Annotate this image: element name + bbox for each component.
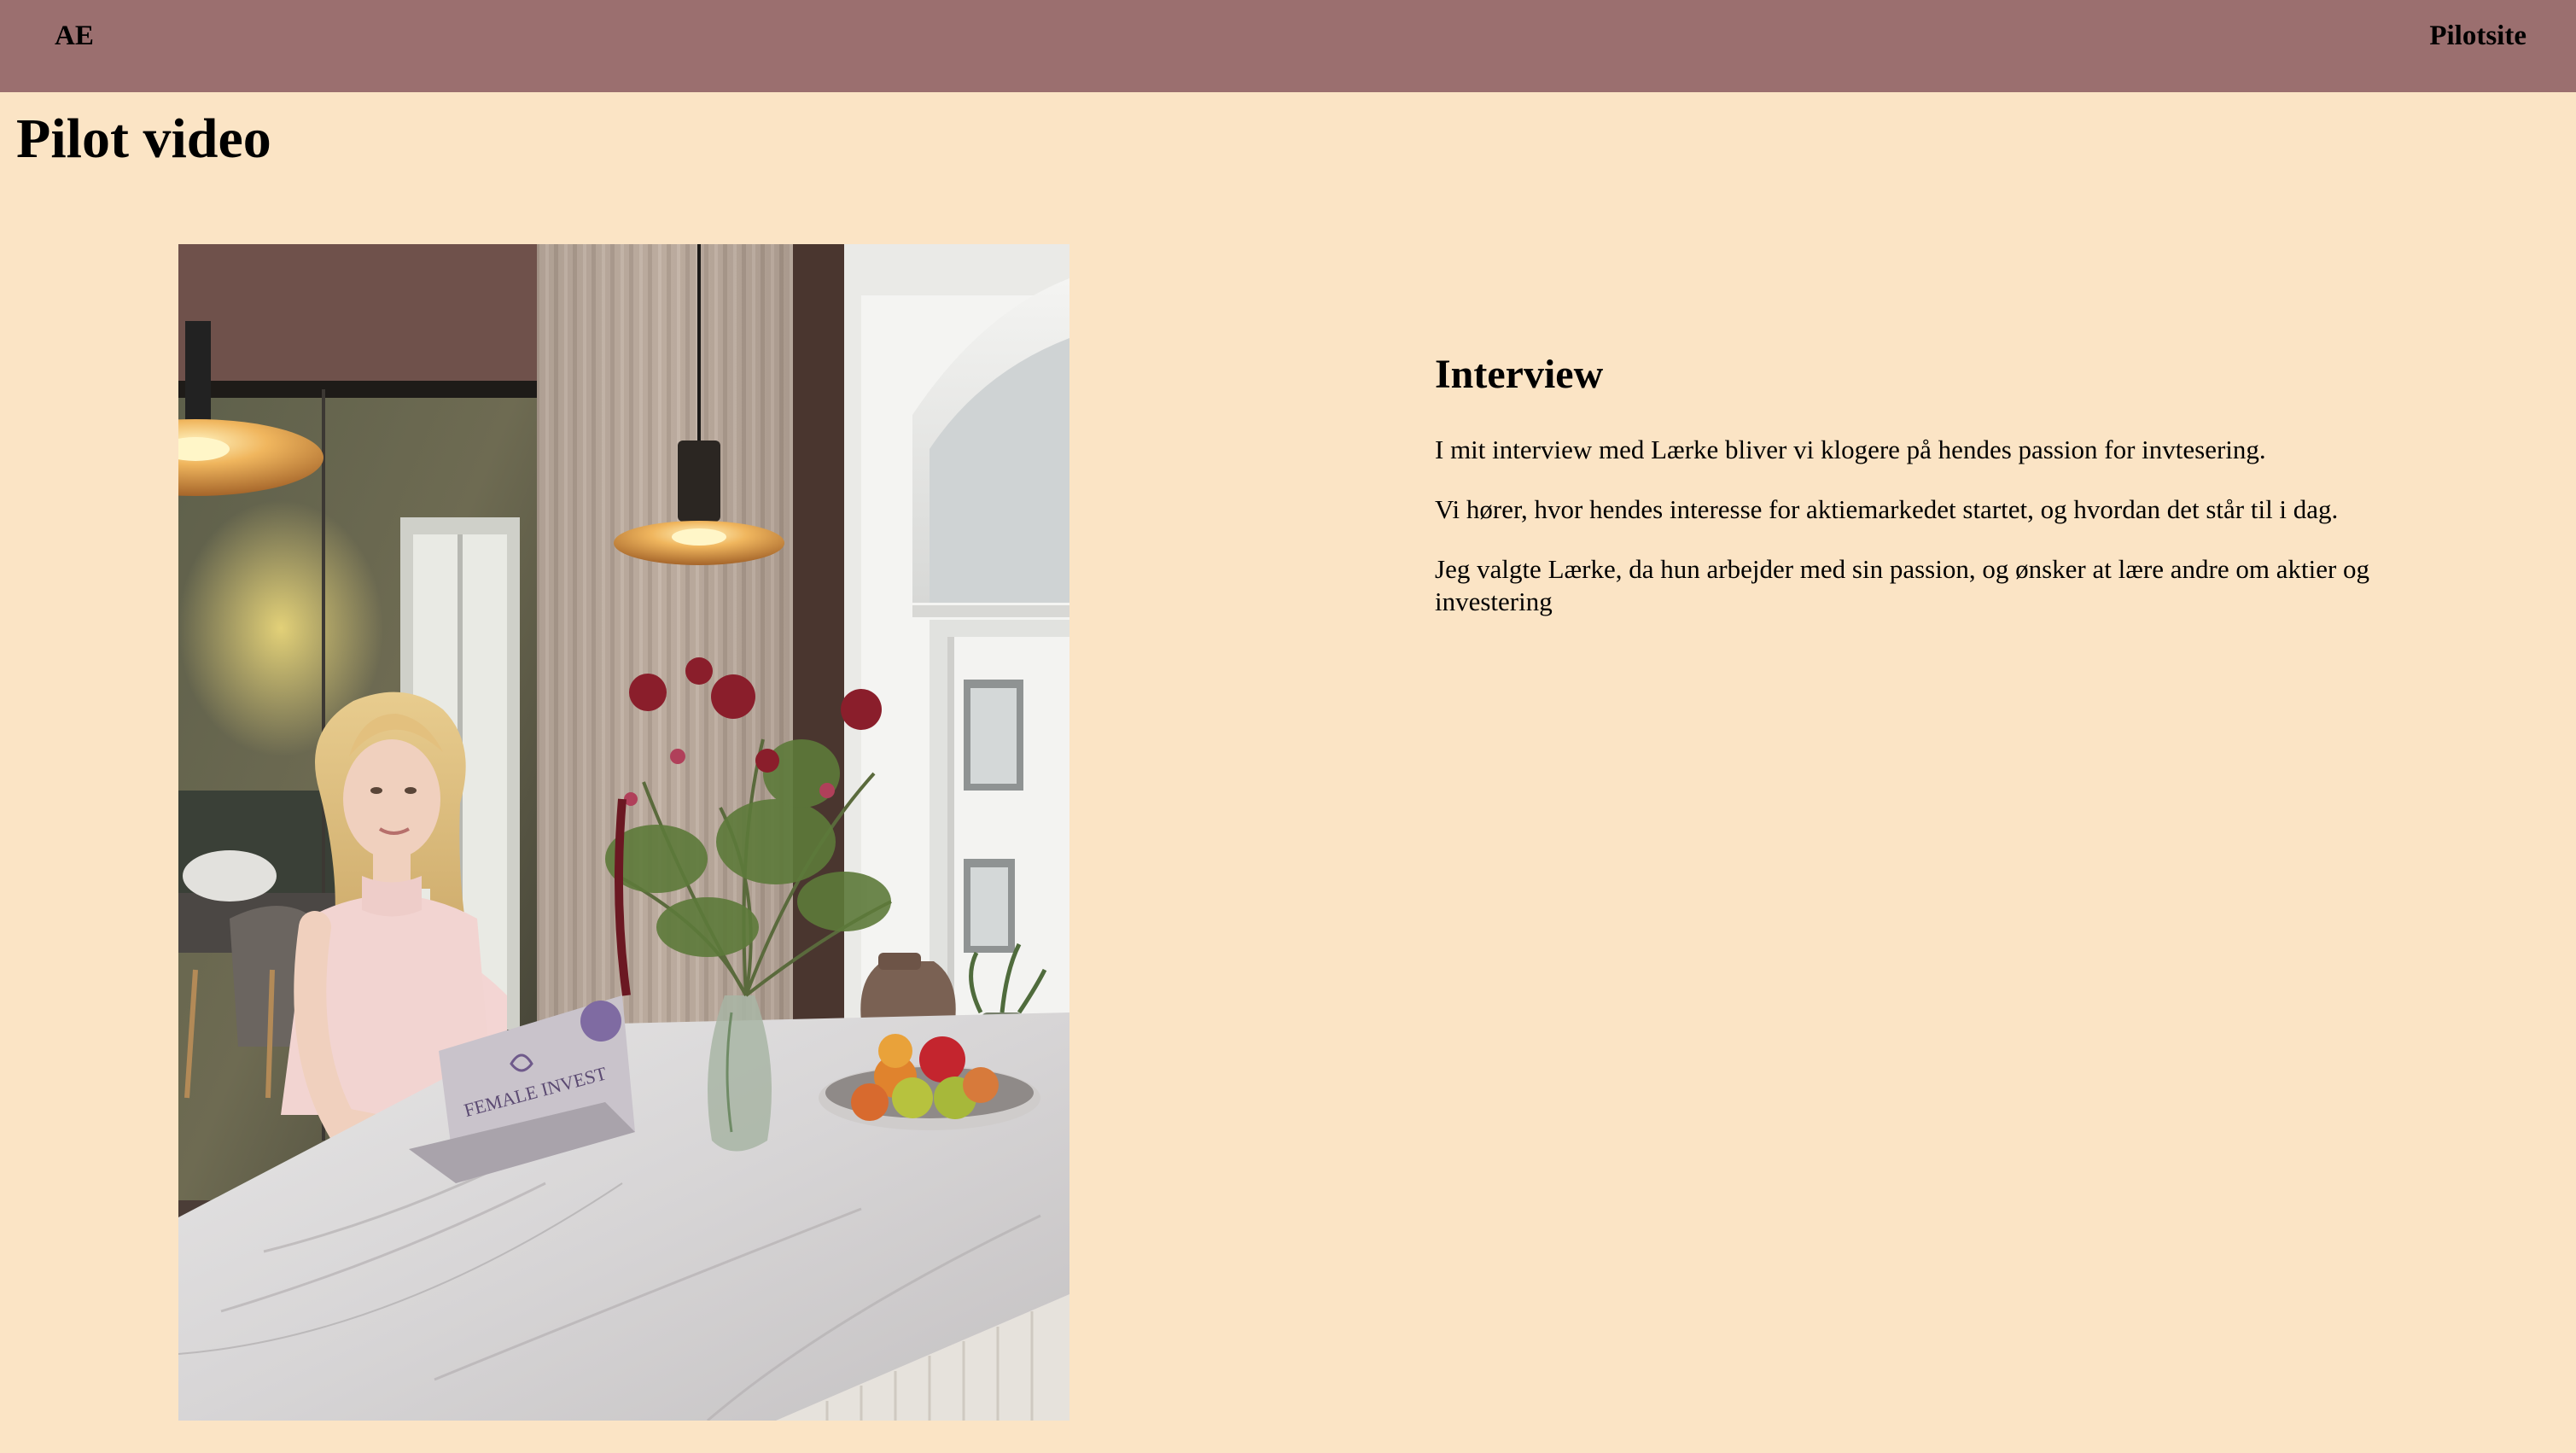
interview-section: Interview I mit interview med Lærke bliv…	[1435, 345, 2433, 645]
interview-paragraph-2: Vi hører, hvor hendes interesse for akti…	[1435, 494, 2339, 524]
nav-link-pilotsite[interactable]: Pilotsite	[2429, 19, 2526, 53]
interview-paragraph-1: I mit interview med Lærke bliver vi klog…	[1435, 435, 2266, 464]
interview-heading: Interview	[1435, 352, 1604, 397]
interview-photo: FEMALE INVEST	[178, 244, 1069, 1421]
brand-logo[interactable]: AE	[55, 19, 94, 53]
page-title: Pilot video	[16, 108, 271, 170]
interview-paragraph-3: Jeg valgte Lærke, da hun arbejder med si…	[1435, 554, 2370, 616]
top-nav-bar: AE Pilotsite	[0, 0, 2576, 92]
